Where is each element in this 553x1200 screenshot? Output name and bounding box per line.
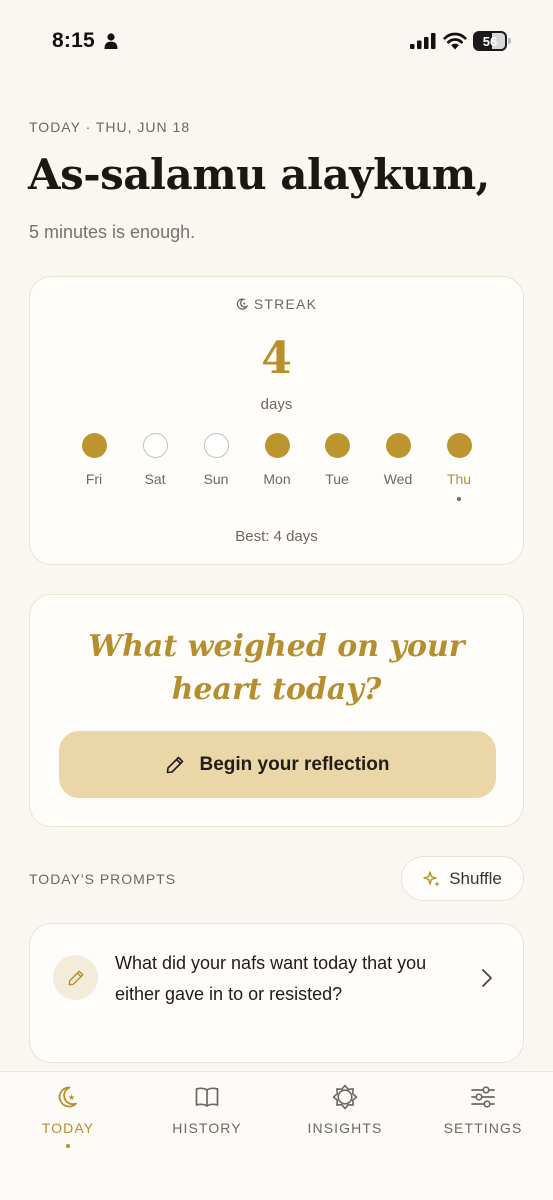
- day-dot-missed: [203, 433, 229, 458]
- streak-card: STREAK 4 days Fri Sat Sun Mon Tue Wed Th…: [29, 276, 524, 565]
- day-label: Thu: [446, 471, 472, 487]
- sliders-icon: [471, 1086, 495, 1108]
- streak-header: STREAK: [30, 296, 523, 312]
- nav-tab-today[interactable]: TODAY: [3, 1072, 133, 1148]
- day-label: Sat: [144, 471, 166, 487]
- nav-label: HISTORY: [172, 1120, 242, 1136]
- battery-percent: 56: [482, 33, 498, 49]
- day-fri: Fri: [64, 433, 124, 487]
- prompt-card[interactable]: What did your nafs want today that you e…: [29, 923, 524, 1063]
- begin-reflection-label: Begin your reflection: [199, 753, 390, 775]
- day-dot-completed: [81, 433, 107, 458]
- shuffle-label: Shuffle: [449, 868, 502, 888]
- nav-tab-history[interactable]: HISTORY: [142, 1072, 272, 1136]
- greeting-title: As-salamu alaykum,: [28, 150, 490, 199]
- reflection-card: What weighed on your heart today? Begin …: [29, 594, 524, 827]
- shuffle-button[interactable]: Shuffle: [401, 856, 524, 901]
- prompt-text: What did your nafs want today that you e…: [115, 953, 427, 1004]
- streak-unit: days: [260, 396, 293, 413]
- prompts-section-title: TODAY'S PROMPTS: [29, 871, 177, 887]
- day-dot-completed: [446, 433, 472, 458]
- sparkle-icon: [423, 870, 441, 887]
- cellular-signal-icon: [410, 33, 436, 49]
- bottom-nav: TODAY HISTORY INSIGHTS SETTINGS: [0, 1071, 553, 1200]
- day-label: Fri: [85, 471, 103, 487]
- day-dot-completed: [385, 433, 411, 458]
- day-label: Mon: [263, 471, 291, 487]
- crescent-icon: [236, 298, 248, 310]
- wifi-icon: [443, 32, 467, 50]
- prompt-icon-circle: [53, 955, 98, 1000]
- day-sat: Sat: [125, 433, 185, 487]
- day-label: Tue: [325, 471, 349, 487]
- nav-tab-settings[interactable]: SETTINGS: [418, 1072, 548, 1136]
- day-dot-completed: [324, 433, 350, 458]
- pencil-icon: [68, 970, 83, 985]
- streak-label: STREAK: [253, 296, 318, 312]
- day-wed: Wed: [368, 433, 428, 487]
- day-tue: Tue: [307, 433, 367, 487]
- day-sun: Sun: [186, 433, 246, 487]
- day-mon: Mon: [247, 433, 307, 487]
- reflection-question-line2: heart today?: [171, 672, 382, 707]
- battery-indicator: 56: [473, 31, 511, 51]
- day-label: Sun: [203, 471, 229, 487]
- nav-label: SETTINGS: [443, 1120, 523, 1136]
- day-dot-completed: [264, 433, 290, 458]
- nav-label: TODAY: [41, 1120, 95, 1136]
- begin-reflection-button[interactable]: Begin your reflection: [59, 731, 496, 798]
- status-bar: 8:15 56: [0, 0, 553, 84]
- pencil-icon: [167, 756, 184, 773]
- streak-count: 4: [261, 333, 292, 384]
- day-thu-today: Thu: [429, 433, 489, 501]
- person-icon: [104, 33, 118, 49]
- today-marker-dot: [457, 497, 461, 501]
- nav-label: INSIGHTS: [307, 1120, 383, 1136]
- best-streak: Best: 4 days: [235, 528, 318, 545]
- book-icon: [195, 1087, 219, 1107]
- crescent-star-icon: [58, 1086, 77, 1108]
- greeting-subtitle: 5 minutes is enough.: [29, 222, 196, 242]
- chevron-right-icon: [482, 969, 492, 987]
- star-badge-icon: [332, 1084, 358, 1110]
- status-time: 8:15: [52, 29, 95, 52]
- date-line: TODAY · THU, JUN 18: [29, 119, 191, 135]
- day-dot-missed: [142, 433, 168, 458]
- day-label: Wed: [383, 471, 413, 487]
- reflection-question: What weighed on your heart today?: [30, 625, 523, 711]
- nav-tab-insights[interactable]: INSIGHTS: [280, 1072, 410, 1136]
- active-tab-dot: [66, 1144, 70, 1148]
- reflection-question-line1: What weighed on your: [88, 629, 465, 664]
